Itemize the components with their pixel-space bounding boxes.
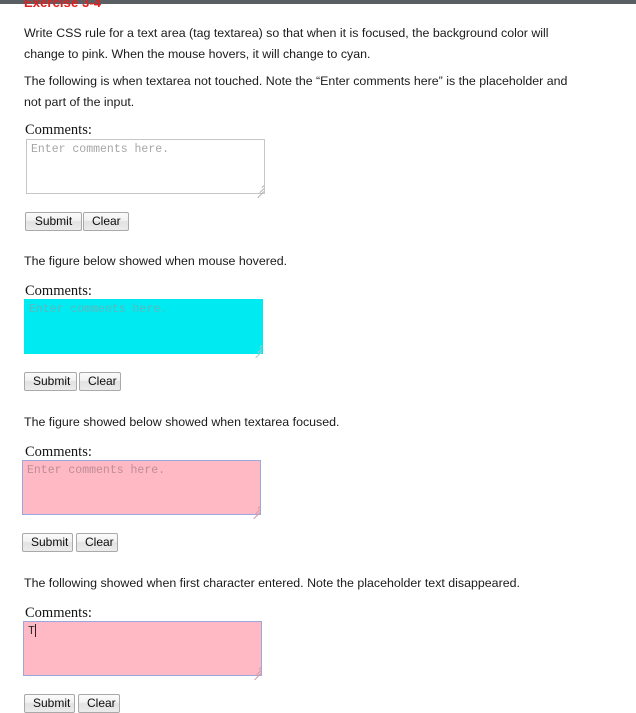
comments-textarea-focused[interactable] xyxy=(22,460,261,515)
comments-label-untouched: Comments: xyxy=(25,122,92,138)
caption-typed: The following showed when first characte… xyxy=(24,576,520,590)
comments-label-focused: Comments: xyxy=(25,444,92,460)
comments-label-typed: Comments: xyxy=(25,605,92,621)
caption-focused: The figure showed below showed when text… xyxy=(24,415,340,429)
clear-button-focused[interactable]: Clear xyxy=(76,533,118,552)
submit-button-untouched[interactable]: Submit xyxy=(25,212,82,231)
comments-textarea-untouched[interactable] xyxy=(26,139,265,194)
submit-button-hovered[interactable]: Submit xyxy=(24,372,77,391)
clear-button-typed[interactable]: Clear xyxy=(78,694,120,713)
comments-textarea-typed[interactable] xyxy=(23,621,262,676)
clear-button-untouched[interactable]: Clear xyxy=(83,212,129,231)
comments-textarea-hovered[interactable] xyxy=(24,299,263,354)
submit-button-focused[interactable]: Submit xyxy=(22,533,73,552)
page-title: Exercise 3-4 xyxy=(24,0,102,10)
clear-button-hovered[interactable]: Clear xyxy=(79,372,121,391)
caption-hovered: The figure below showed when mouse hover… xyxy=(24,254,288,268)
submit-button-typed[interactable]: Submit xyxy=(24,694,75,713)
intro-paragraph: Write CSS rule for a text area (tag text… xyxy=(24,26,549,61)
text-caret xyxy=(35,624,36,637)
comments-label-hovered: Comments: xyxy=(25,283,92,299)
caption-untouched: The following is when textarea not touch… xyxy=(24,74,568,109)
